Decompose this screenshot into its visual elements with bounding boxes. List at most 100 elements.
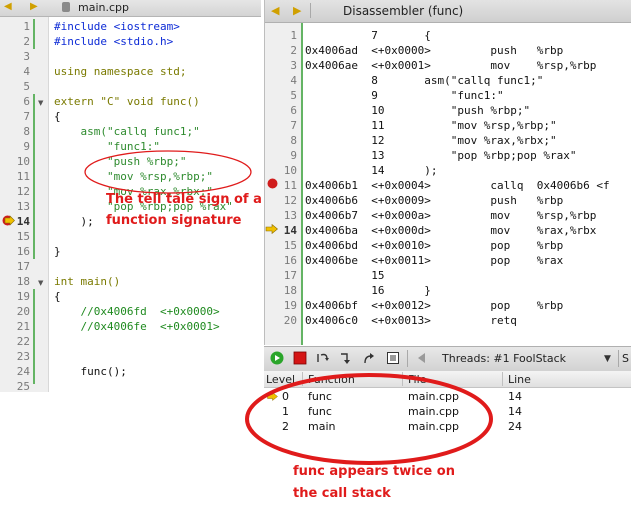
line-number[interactable]: 16: [265, 253, 297, 268]
disassembly-line[interactable]: 10 "push %rbp;": [305, 103, 530, 118]
code-line[interactable]: {: [54, 109, 61, 124]
line-number[interactable]: 5: [0, 79, 30, 94]
thread-selector[interactable]: #1 FoolStack: [493, 352, 566, 365]
line-number[interactable]: 20: [265, 313, 297, 328]
column-header-file[interactable]: File: [408, 373, 426, 386]
forward-arrow-icon[interactable]: ▶: [30, 1, 38, 12]
line-number[interactable]: 9: [0, 139, 30, 154]
line-number[interactable]: 11: [0, 169, 30, 184]
stack-frame-row[interactable]: 1 func main.cpp 14: [264, 404, 631, 419]
code-line[interactable]: func();: [54, 364, 126, 379]
line-number[interactable]: 4: [265, 73, 297, 88]
step-into-icon[interactable]: [339, 351, 353, 365]
disassembly-line[interactable]: 8 asm("callq func1;": [305, 73, 543, 88]
line-number[interactable]: 7: [0, 109, 30, 124]
line-number[interactable]: 16: [0, 244, 30, 259]
code-line[interactable]: "mov %rsp,%rbp;": [54, 169, 213, 184]
disassembly-line[interactable]: 0x4006ae <+0x0001> mov %rsp,%rbp: [305, 58, 596, 73]
disassembly-line[interactable]: 11 "mov %rsp,%rbp;": [305, 118, 556, 133]
stack-frame-row[interactable]: 2 main main.cpp 24: [264, 419, 631, 434]
line-number[interactable]: 10: [265, 163, 297, 178]
code-line[interactable]: "push %rbp;": [54, 154, 186, 169]
code-line[interactable]: //0x4006fd <+0x0000>: [54, 304, 219, 319]
line-number[interactable]: 2: [265, 43, 297, 58]
disassembly-line[interactable]: 9 "func1:": [305, 88, 503, 103]
breakpoint-icon[interactable]: [267, 178, 278, 189]
disassembly-line[interactable]: 12 "mov %rax,%rbx;": [305, 133, 556, 148]
line-number[interactable]: 15: [0, 229, 30, 244]
code-line[interactable]: asm("callq func1;": [54, 124, 199, 139]
line-number[interactable]: 12: [265, 193, 297, 208]
disassembly-line[interactable]: 15: [305, 268, 384, 283]
code-line[interactable]: #include <stdio.h>: [54, 34, 173, 49]
line-number[interactable]: 13: [0, 199, 30, 214]
disassembly-line[interactable]: 7 {: [305, 28, 431, 43]
editor-tab-title[interactable]: main.cpp: [78, 1, 129, 14]
line-number[interactable]: 13: [265, 208, 297, 223]
line-number[interactable]: 10: [0, 154, 30, 169]
line-number[interactable]: 22: [0, 334, 30, 349]
line-number[interactable]: 18: [265, 283, 297, 298]
line-number[interactable]: 17: [0, 259, 30, 274]
column-header-line[interactable]: Line: [508, 373, 531, 386]
disassembler-view[interactable]: ◀ ▶ Disassembler (func) 1 7 {2 0x4006ad <…: [264, 0, 631, 345]
code-line[interactable]: "func1:": [54, 139, 160, 154]
line-number[interactable]: 19: [265, 298, 297, 313]
breakpoint-current-line-icon[interactable]: [2, 215, 15, 226]
line-number[interactable]: 24: [0, 364, 30, 379]
column-divider[interactable]: [302, 372, 303, 386]
instruction-mode-icon[interactable]: [386, 351, 400, 365]
stack-frame-row[interactable]: 0 func main.cpp 14: [264, 389, 631, 404]
disassembler-tab-title[interactable]: Disassembler (func): [343, 4, 463, 18]
column-divider[interactable]: [402, 372, 403, 386]
line-number[interactable]: 18: [0, 274, 30, 289]
line-number[interactable]: 17: [265, 268, 297, 283]
fold-arrow-icon[interactable]: ▼: [38, 99, 43, 107]
disassembly-line[interactable]: 0x4006c0 <+0x0013> retq: [305, 313, 517, 328]
disassembly-line[interactable]: 0x4006b7 <+0x000a> mov %rsp,%rbp: [305, 208, 596, 223]
continue-icon[interactable]: [270, 351, 284, 365]
code-line[interactable]: }: [54, 244, 61, 259]
column-divider[interactable]: [502, 372, 503, 386]
disassembly-line[interactable]: 0x4006b1 <+0x0004> callq 0x4006b6 <f: [305, 178, 610, 193]
stop-icon[interactable]: [293, 351, 307, 365]
forward-arrow-icon[interactable]: ▶: [293, 4, 301, 17]
column-header-level[interactable]: Level: [266, 373, 295, 386]
line-number[interactable]: 19: [0, 289, 30, 304]
disassembly-line[interactable]: 14 );: [305, 163, 437, 178]
line-number[interactable]: 1: [0, 19, 30, 34]
disassembly-line[interactable]: 0x4006b6 <+0x0009> push %rbp: [305, 193, 563, 208]
back-arrow-icon[interactable]: ◀: [4, 1, 12, 12]
line-number[interactable]: 5: [265, 88, 297, 103]
fold-arrow-icon[interactable]: ▼: [38, 279, 43, 287]
line-number[interactable]: 15: [265, 238, 297, 253]
chevron-down-icon[interactable]: ▼: [604, 354, 611, 364]
column-header-function[interactable]: Function: [308, 373, 355, 386]
code-line[interactable]: int main(): [54, 274, 120, 289]
line-number[interactable]: 7: [265, 118, 297, 133]
line-number[interactable]: 3: [265, 58, 297, 73]
disassembly-line[interactable]: 16 }: [305, 283, 431, 298]
disassembly-line[interactable]: 0x4006bd <+0x0010> pop %rbp: [305, 238, 563, 253]
line-number[interactable]: 20: [0, 304, 30, 319]
disassembly-line[interactable]: 0x4006bf <+0x0012> pop %rbp: [305, 298, 563, 313]
code-line[interactable]: extern "C" void func(): [54, 94, 200, 109]
disassembly-line[interactable]: 0x4006be <+0x0011> pop %rax: [305, 253, 563, 268]
code-line[interactable]: //0x4006fe <+0x0001>: [54, 319, 219, 334]
line-number[interactable]: 21: [0, 319, 30, 334]
line-number[interactable]: 6: [0, 94, 30, 109]
disassembly-line[interactable]: 13 "pop %rbp;pop %rax": [305, 148, 576, 163]
call-stack-view[interactable]: Level Function File Line 0 func main.cpp 14…: [264, 371, 631, 441]
step-over-icon[interactable]: [316, 351, 330, 365]
line-number[interactable]: 6: [265, 103, 297, 118]
back-arrow-icon[interactable]: [414, 351, 428, 365]
code-line[interactable]: #include <iostream>: [54, 19, 180, 34]
line-number[interactable]: 8: [0, 124, 30, 139]
disassembly-line[interactable]: 0x4006ad <+0x0000> push %rbp: [305, 43, 563, 58]
truncated-toolbar-item[interactable]: S: [622, 352, 629, 365]
line-number[interactable]: 12: [0, 184, 30, 199]
code-line[interactable]: );: [54, 214, 93, 229]
code-line[interactable]: {: [54, 289, 61, 304]
step-out-icon[interactable]: [362, 351, 376, 365]
line-number[interactable]: 2: [0, 34, 30, 49]
